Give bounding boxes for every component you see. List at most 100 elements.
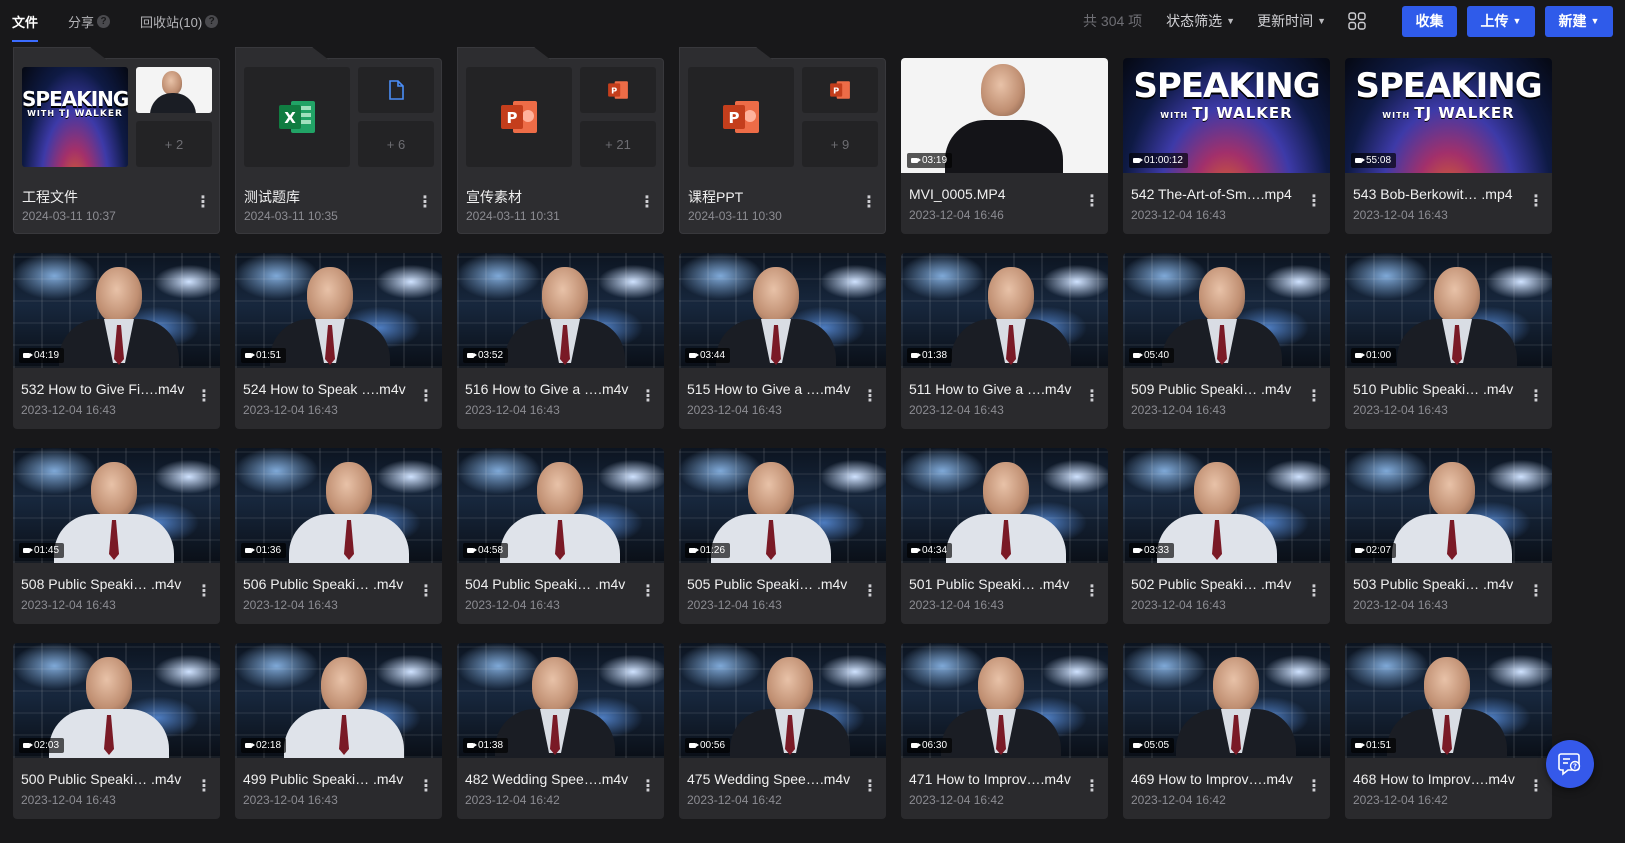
tab-recycle-bin[interactable]: 回收站(10) ?: [140, 0, 219, 42]
file-date: 2023-12-04 16:43: [1131, 403, 1226, 417]
video-card[interactable]: 01:45 508 Public Speaki… .m4v 2023-12-04 1…: [13, 448, 220, 624]
video-card[interactable]: 02:07 503 Public Speaki… .m4v 2023-12-04 1…: [1345, 448, 1552, 624]
more-options-button[interactable]: ⋮: [640, 387, 656, 407]
video-card[interactable]: 03:19 MVI_0005.MP4 2023-12-04 16:46 ⋮: [901, 58, 1108, 234]
video-card[interactable]: 01:38 482 Wedding Spee….m4v 2023-12-04 16:…: [457, 643, 664, 819]
more-options-button[interactable]: ⋮: [639, 193, 655, 213]
file-name: 506 Public Speaki… .m4v: [243, 576, 404, 592]
video-camera-icon: [911, 743, 921, 748]
file-name: 469 How to Improv….m4v: [1131, 771, 1293, 787]
file-name: MVI_0005.MP4: [909, 186, 1006, 202]
more-options-button[interactable]: ⋮: [1084, 192, 1100, 212]
file-name: 468 How to Improv….m4v: [1353, 771, 1515, 787]
duration-badge: 01:00:12: [1129, 153, 1188, 168]
duration-text: 04:19: [34, 350, 60, 361]
more-options-button[interactable]: ⋮: [1306, 777, 1322, 797]
sort-dropdown[interactable]: 更新时间 ▼: [1257, 11, 1326, 31]
video-card[interactable]: SPEAKING WITH TJ WALKER 01:00:12 542 The-Art…: [1123, 58, 1330, 234]
duration-badge: 05:40: [1129, 348, 1175, 363]
more-options-button[interactable]: ⋮: [861, 193, 877, 213]
more-options-button[interactable]: ⋮: [1084, 582, 1100, 602]
more-options-button[interactable]: ⋮: [1306, 192, 1322, 212]
tab-files[interactable]: 文件: [12, 0, 39, 42]
folder-card[interactable]: P P + 21 宣传素材 2024-03-11 10:31 ⋮: [457, 47, 664, 234]
more-options-button[interactable]: ⋮: [1306, 582, 1322, 602]
video-card[interactable]: 04:58 504 Public Speaki… .m4v 2023-12-04 1…: [457, 448, 664, 624]
file-date: 2023-12-04 16:42: [1131, 793, 1226, 807]
more-options-button[interactable]: ⋮: [1306, 387, 1322, 407]
upload-button[interactable]: 上传 ▼: [1467, 5, 1535, 37]
status-filter-dropdown[interactable]: 状态筛选 ▼: [1166, 11, 1235, 31]
more-options-button[interactable]: ⋮: [195, 193, 211, 213]
folder-card[interactable]: P P + 9 课程PPT 2024-03-11 10:30 ⋮: [679, 47, 886, 234]
svg-text:P: P: [507, 109, 518, 127]
video-thumbnail: 03:19: [901, 58, 1108, 173]
video-card[interactable]: 02:03 500 Public Speaki… .m4v 2023-12-04 1…: [13, 643, 220, 819]
more-options-button[interactable]: ⋮: [1084, 777, 1100, 797]
folder-more-count: + 6: [358, 121, 434, 167]
grid-view-icon[interactable]: [1348, 12, 1366, 30]
duration-badge: 01:38: [463, 738, 509, 753]
file-date: 2023-12-04 16:43: [909, 598, 1004, 612]
more-options-button[interactable]: ⋮: [862, 582, 878, 602]
more-options-button[interactable]: ⋮: [862, 387, 878, 407]
svg-text:?: ?: [1573, 763, 1577, 771]
video-card[interactable]: 01:38 511 How to Give a ….m4v 2023-12-04 1…: [901, 253, 1108, 429]
file-name: 475 Wedding Spee….m4v: [687, 771, 851, 787]
more-options-button[interactable]: ⋮: [862, 777, 878, 797]
video-card[interactable]: 01:26 505 Public Speaki… .m4v 2023-12-04 1…: [679, 448, 886, 624]
folder-card[interactable]: SPEAKING WITH TJ WALKER + 2 工程文件 2024-03-…: [13, 47, 220, 234]
folder-card[interactable]: X + 6 测试题库 2024-03-11 10:35 ⋮: [235, 47, 442, 234]
video-card[interactable]: 04:34 501 Public Speaki… .m4v 2023-12-04 1…: [901, 448, 1108, 624]
video-card[interactable]: 01:51 524 How to Speak ….m4v 2023-12-04 16…: [235, 253, 442, 429]
video-camera-icon: [1133, 353, 1143, 358]
more-options-button[interactable]: ⋮: [1528, 192, 1544, 212]
more-options-button[interactable]: ⋮: [196, 582, 212, 602]
file-date: 2023-12-04 16:42: [465, 793, 560, 807]
video-card[interactable]: 03:44 515 How to Give a ….m4v 2023-12-04 1…: [679, 253, 886, 429]
video-camera-icon: [467, 548, 477, 553]
video-thumbnail: 03:33: [1123, 448, 1330, 563]
file-name: 505 Public Speaki… .m4v: [687, 576, 848, 592]
more-options-button[interactable]: ⋮: [1528, 387, 1544, 407]
video-card[interactable]: 04:19 532 How to Give Fi….m4v 2023-12-04 1…: [13, 253, 220, 429]
duration-badge: 01:26: [685, 543, 731, 558]
new-button[interactable]: 新建 ▼: [1545, 5, 1613, 37]
video-card[interactable]: 02:18 499 Public Speaki… .m4v 2023-12-04 1…: [235, 643, 442, 819]
more-options-button[interactable]: ⋮: [417, 193, 433, 213]
folder-tab: [13, 47, 107, 60]
powerpoint-icon: P: [466, 67, 572, 167]
share-help-icon[interactable]: ?: [97, 14, 111, 28]
recycle-bin-help-icon[interactable]: ?: [205, 14, 219, 28]
video-card[interactable]: 01:36 506 Public Speaki… .m4v 2023-12-04 1…: [235, 448, 442, 624]
video-card[interactable]: 01:51 468 How to Improv….m4v 2023-12-04 16…: [1345, 643, 1552, 819]
more-options-button[interactable]: ⋮: [196, 387, 212, 407]
tab-share[interactable]: 分享 ?: [68, 0, 111, 42]
collect-button[interactable]: 收集: [1402, 5, 1457, 37]
more-options-button[interactable]: ⋮: [418, 777, 434, 797]
more-options-button[interactable]: ⋮: [1528, 582, 1544, 602]
collect-button-label: 收集: [1415, 13, 1444, 29]
feedback-help-icon[interactable]: ?: [1546, 740, 1594, 788]
more-options-button[interactable]: ⋮: [640, 777, 656, 797]
more-options-button[interactable]: ⋮: [640, 582, 656, 602]
video-thumbnail: 01:36: [235, 448, 442, 563]
more-options-button[interactable]: ⋮: [1084, 387, 1100, 407]
sort-label: 更新时间: [1257, 13, 1314, 29]
video-card[interactable]: 03:52 516 How to Give a ….m4v 2023-12-04 1…: [457, 253, 664, 429]
more-options-button[interactable]: ⋮: [1528, 777, 1544, 797]
video-thumbnail: 01:00: [1345, 253, 1552, 368]
more-options-button[interactable]: ⋮: [196, 777, 212, 797]
video-card[interactable]: 06:30 471 How to Improv….m4v 2023-12-04 16…: [901, 643, 1108, 819]
video-card[interactable]: 05:40 509 Public Speaki… .m4v 2023-12-04 1…: [1123, 253, 1330, 429]
video-camera-icon: [911, 158, 921, 163]
video-card[interactable]: SPEAKING WITH TJ WALKER 55:08 543 Bob-Berkow…: [1345, 58, 1552, 234]
video-card[interactable]: 00:56 475 Wedding Spee….m4v 2023-12-04 16:…: [679, 643, 886, 819]
duration-badge: 03:52: [463, 348, 509, 363]
duration-badge: 03:44: [685, 348, 731, 363]
more-options-button[interactable]: ⋮: [418, 582, 434, 602]
video-card[interactable]: 01:00 510 Public Speaki… .m4v 2023-12-04 1…: [1345, 253, 1552, 429]
video-card[interactable]: 03:33 502 Public Speaki… .m4v 2023-12-04 1…: [1123, 448, 1330, 624]
more-options-button[interactable]: ⋮: [418, 387, 434, 407]
video-card[interactable]: 05:05 469 How to Improv….m4v 2023-12-04 16…: [1123, 643, 1330, 819]
